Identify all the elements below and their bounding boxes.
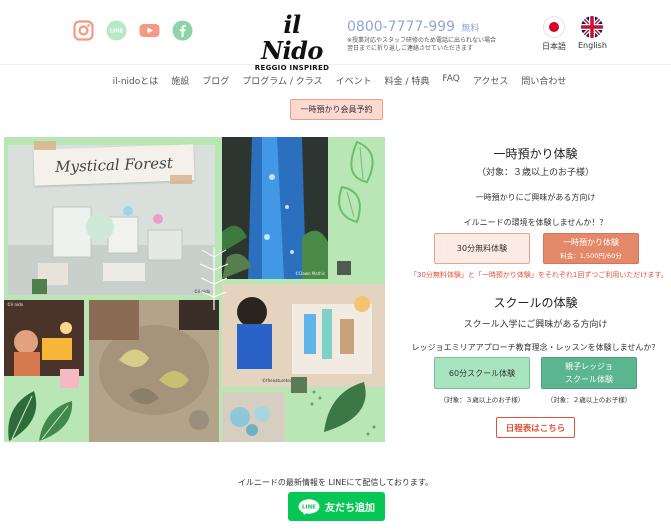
photo-clay-play [89, 300, 219, 442]
nav-item-pricing[interactable]: 料金 / 特典 [385, 74, 430, 87]
logo-tagline: REGGIO INSPIRED [254, 64, 330, 72]
trial-note: 「30分無料体験」と「一時預かり体験」をそれぞれ1回ずつご利用いただけます。 [410, 271, 668, 279]
line-logo-icon: LINE [298, 498, 320, 515]
nav-item-blog[interactable]: ブログ [202, 74, 229, 87]
paid-trial-label: 一時預かり体験 [563, 238, 619, 247]
main-nav: il-nidoとは 施設 ブログ プログラム / クラス イベント 料金 / 特… [0, 74, 671, 87]
tape-decoration [170, 175, 192, 184]
watermark: ©Dawn Mathis [295, 271, 325, 276]
nav-item-program[interactable]: プログラム / クラス [242, 74, 322, 87]
youtube-icon[interactable] [139, 20, 160, 41]
line-button-label: 友だち追加 [325, 503, 375, 514]
site-logo[interactable]: il Nido REGGIO INSPIRED [254, 10, 330, 73]
school-trial-button[interactable]: 60分スクール体験 [434, 357, 530, 389]
nav-item-access[interactable]: アクセス [473, 74, 509, 87]
lang-english[interactable]: English [578, 16, 607, 50]
temporary-interest: 一時預かりにご興味がある方向け [475, 193, 596, 202]
mystical-forest-collage: Mystical Forest ©il nido ©Dawn Mathis ©i… [4, 137, 385, 442]
temporary-member-booking-button[interactable]: 一時預かり会員予約 [290, 99, 383, 120]
free-trial-button[interactable]: 30分無料体験 [434, 233, 530, 264]
parent-trial-label-2: スクール体験 [565, 375, 613, 384]
parent-trial-label-1: 親子レッジョ [565, 362, 613, 371]
phone-free-label: 無料 [461, 24, 480, 34]
school-trial-target: （対象：３歳以上のお子様） [439, 396, 525, 404]
lang-japanese[interactable]: 日本語 [542, 16, 566, 52]
lang-japanese-label: 日本語 [542, 42, 566, 51]
phone-block: 0800-7777-999 無料 ※授業対応やスタッフ研修のため電話に出られない… [347, 19, 517, 53]
nav-item-facility[interactable]: 施設 [171, 74, 189, 87]
nav-item-about[interactable]: il-nidoとは [113, 74, 159, 87]
logo-name: il Nido [261, 10, 323, 65]
line-badge-text: LINE [302, 504, 316, 510]
paid-trial-button[interactable]: 一時預かり体験 料金：1,500円/60分 [543, 233, 639, 264]
photo-waterfall: ©Dawn Mathis [222, 137, 328, 279]
phone-note-line2: 翌日までに折り返しご連絡させていただきます [347, 45, 474, 52]
photo-light-table: ©il nido [4, 300, 84, 376]
school-title: スクールの体験 [493, 296, 578, 310]
temporary-question: イルニードの環境を体験しませんか！？ [463, 218, 608, 227]
phone-note-line1: ※授業対応やスタッフ研修のため電話に出られない場合 [347, 37, 497, 44]
svg-text:LINE: LINE [110, 29, 124, 35]
temporary-target: （対象：３歳以上のお子様） [476, 168, 594, 178]
temporary-title: 一時預かり体験 [493, 147, 578, 161]
phone-number-value: 0800-7777-999 [347, 19, 456, 35]
nav-item-faq[interactable]: FAQ [442, 74, 459, 87]
schedule-button[interactable]: 日程表はこちら [496, 417, 575, 438]
line-icon[interactable]: LINE [106, 20, 127, 41]
nav-item-event[interactable]: イベント [336, 74, 372, 87]
japan-flag-icon [543, 16, 565, 38]
paid-trial-price: 料金：1,500円/60分 [560, 252, 622, 260]
line-add-friend-button[interactable]: LINE 友だち追加 [288, 492, 385, 521]
lang-english-label: English [578, 41, 607, 50]
school-interest: スクール入学にご興味がある方向け [463, 320, 608, 330]
instagram-icon[interactable] [73, 20, 94, 41]
school-trial-label: 60分スクール体験 [448, 368, 516, 378]
nav-item-contact[interactable]: 問い合わせ [521, 74, 566, 87]
leaf-icon [8, 391, 73, 441]
schedule-label: 日程表はこちら [505, 423, 566, 434]
photo-stones [222, 392, 285, 442]
social-links: LINE [73, 20, 193, 41]
facebook-icon[interactable] [172, 20, 193, 41]
phone-number[interactable]: 0800-7777-999 無料 [347, 19, 517, 35]
site-header: LINE il Nido REGGIO INSPIRED 0800-7777-9… [0, 0, 671, 72]
parent-trial-target: （対象：２歳以上のお子様） [546, 396, 632, 404]
line-info-text: イルニードの最新情報を LINEにて配信しております。 [237, 478, 434, 487]
watermark: ©il nido [7, 302, 24, 307]
leaf-icon [338, 140, 374, 224]
decor-square [32, 279, 47, 294]
tape-decoration [34, 141, 56, 150]
branch-icon [199, 247, 229, 310]
free-trial-label: 30分無料体験 [456, 244, 508, 253]
parent-child-trial-button[interactable]: 親子レッジョ スクール体験 [541, 357, 637, 389]
decor-square [337, 261, 351, 275]
leaf-icon [310, 382, 376, 436]
uk-flag-icon [581, 16, 604, 38]
school-question: レッジョエミリアアプローチ教育理念・レッスンを体験しませんか？ [411, 343, 660, 352]
